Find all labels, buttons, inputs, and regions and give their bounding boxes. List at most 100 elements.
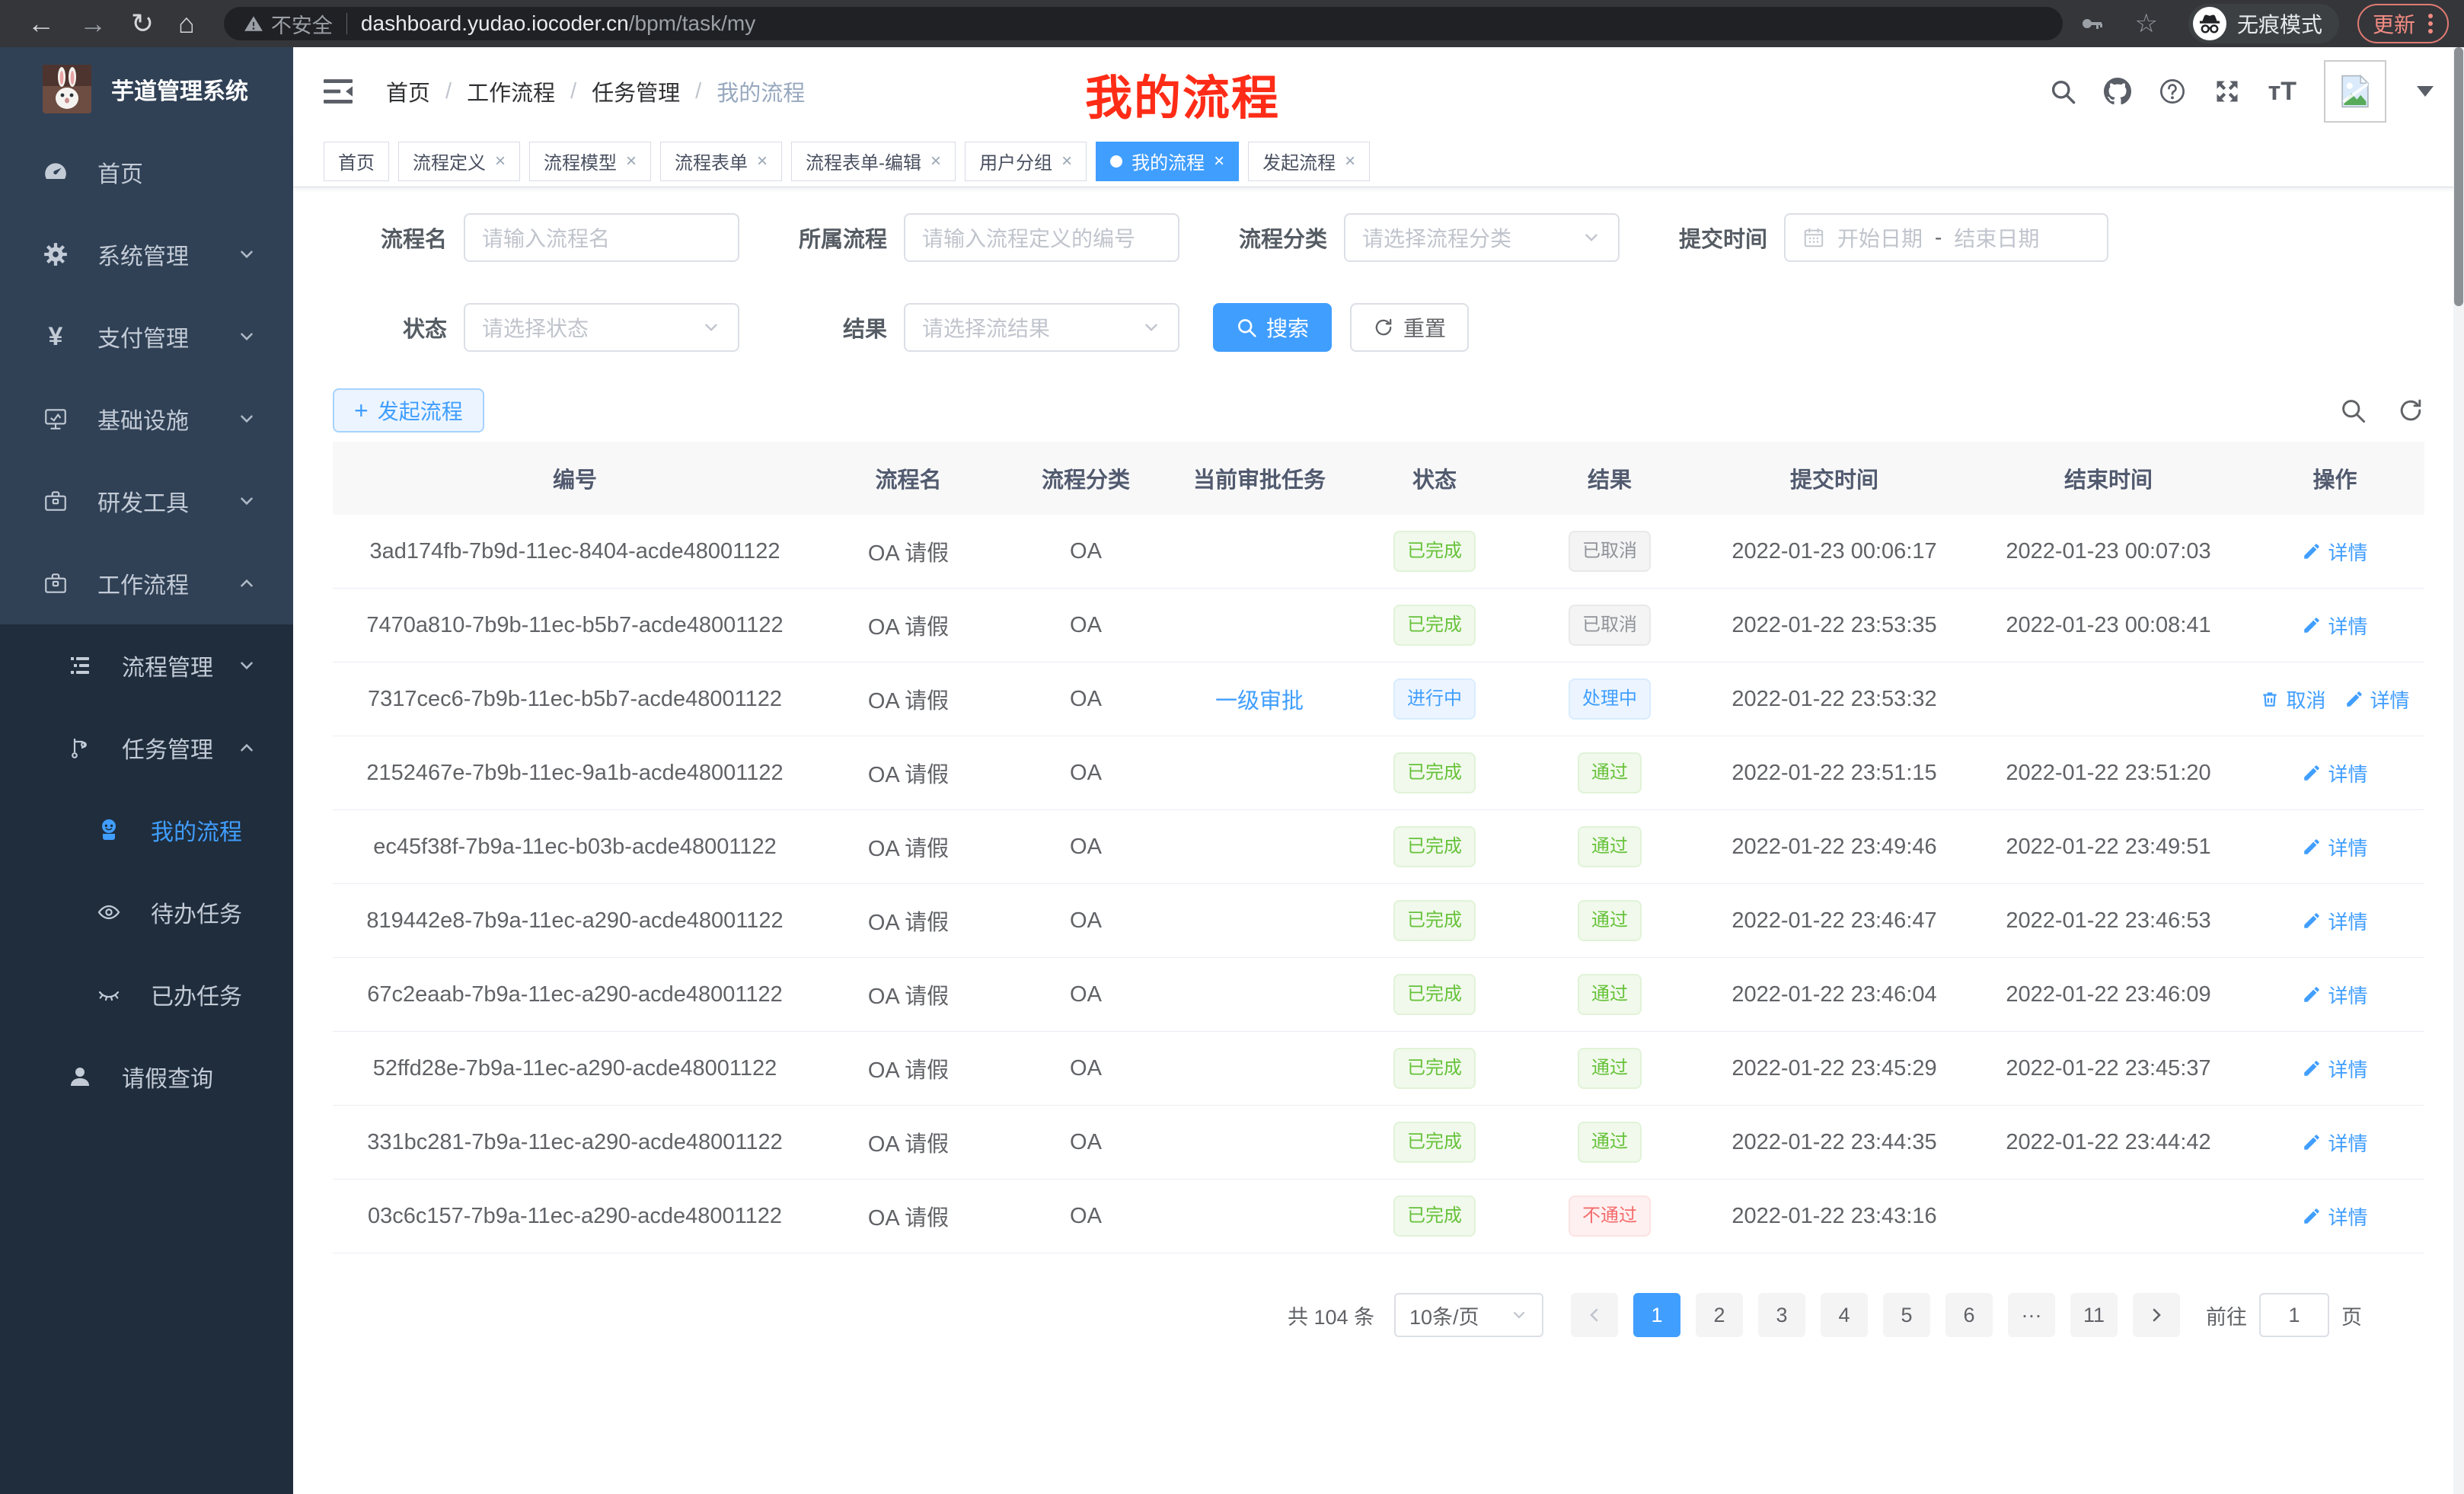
sidebar-item-payment[interactable]: ¥ 支付管理 [0,295,293,378]
submit-time-range-picker[interactable]: 开始日期 - 结束日期 [1784,213,2108,262]
sidebar-item-devtools[interactable]: 研发工具 [0,460,293,542]
result-filter-select[interactable]: 请选择流结果 [904,303,1179,352]
chevron-down-icon [1581,228,1601,247]
update-button[interactable]: 更新 [2357,4,2449,43]
tab-process-model[interactable]: 流程模型× [529,142,651,181]
detail-action[interactable]: 详情 [2302,833,2367,861]
cancel-action[interactable]: 取消 [2260,685,2325,713]
user-icon [67,1064,93,1090]
scrollbar-thumb[interactable] [2454,47,2463,306]
browser-back-icon[interactable]: ← [27,10,55,37]
page-button[interactable]: 2 [1696,1293,1743,1337]
workflow-submenu: 流程管理 任务管理 我的流程 待办任务 已办任务 请假 [0,624,293,1494]
browser-reload-icon[interactable]: ↻ [131,10,154,37]
next-page-button[interactable] [2133,1293,2180,1337]
page-button[interactable]: 11 [2070,1293,2118,1337]
close-icon[interactable]: × [1345,151,1355,172]
reset-button[interactable]: 重置 [1350,303,1469,352]
detail-action[interactable]: 详情 [2302,1055,2367,1083]
detail-action[interactable]: 详情 [2344,685,2410,713]
help-icon[interactable] [2159,78,2186,105]
browser-home-icon[interactable]: ⌂ [178,10,195,37]
tab-start-process[interactable]: 发起流程× [1248,142,1370,181]
detail-action[interactable]: 详情 [2302,1128,2367,1157]
page-scrollbar[interactable] [2453,47,2464,1494]
tab-process-form[interactable]: 流程表单× [660,142,782,181]
name-filter-input[interactable]: 请输入流程名 [464,213,739,262]
prev-page-button[interactable] [1571,1293,1618,1337]
sidebar-item-my-process[interactable]: 我的流程 [0,789,293,871]
browser-forward-icon[interactable]: → [79,10,107,37]
eye-open-icon [96,899,122,925]
status-filter-select[interactable]: 请选择状态 [464,303,739,352]
github-icon[interactable] [2104,78,2131,105]
goto-page-input[interactable] [2259,1293,2329,1337]
page-button[interactable]: 4 [1821,1293,1868,1337]
process-name: OA 请假 [817,1126,1000,1158]
breadcrumb-item[interactable]: 任务管理 [592,75,680,107]
process-name: OA 请假 [817,1200,1000,1232]
close-icon[interactable]: × [495,151,506,172]
security-warning[interactable]: 不安全 [244,9,333,39]
app-logo[interactable]: 芋道管理系统 [0,47,293,131]
close-icon[interactable]: × [626,151,637,172]
start-process-button[interactable]: + 发起流程 [333,388,484,433]
definition-filter-input[interactable]: 请输入流程定义的编号 [904,213,1179,262]
tab-label: 用户分组 [979,148,1052,174]
tab-process-definition[interactable]: 流程定义× [398,142,520,181]
sidebar-item-done-tasks[interactable]: 已办任务 [0,953,293,1036]
search-icon[interactable] [2049,78,2076,105]
sidebar-collapse-icon[interactable] [324,78,353,104]
category-filter-select[interactable]: 请选择流程分类 [1344,213,1620,262]
avatar-caret-icon[interactable] [2417,86,2434,97]
sidebar-item-system[interactable]: 系统管理 [0,213,293,295]
sidebar-item-leave-query[interactable]: 请假查询 [0,1036,293,1118]
close-icon[interactable]: × [1061,151,1072,172]
trash-icon [2260,689,2280,709]
table-refresh-icon[interactable] [2397,397,2424,424]
close-icon[interactable]: × [1214,151,1224,172]
page-button[interactable]: 3 [1758,1293,1805,1337]
detail-action[interactable]: 详情 [2302,907,2367,935]
sidebar-item-process-mgmt[interactable]: 流程管理 [0,624,293,707]
address-bar[interactable]: 不安全 dashboard.yudao.iocoder.cn /bpm/task… [224,7,2063,40]
close-icon[interactable]: × [757,151,768,172]
tab-user-group[interactable]: 用户分组 × [965,142,1087,181]
breadcrumb-item[interactable]: 首页 [386,75,430,107]
bookmark-star-icon[interactable]: ☆ [2134,11,2157,37]
menu-dots-icon[interactable] [2427,11,2434,36]
avatar[interactable] [2324,60,2386,123]
sidebar-item-task-mgmt[interactable]: 任务管理 [0,707,293,789]
sidebar-item-home[interactable]: 首页 [0,131,293,213]
page-size-select[interactable]: 10条/页 [1394,1293,1543,1337]
page-button[interactable]: 1 [1633,1293,1680,1337]
sidebar-item-infra[interactable]: 基础设施 [0,378,293,460]
fullscreen-icon[interactable] [2213,78,2241,105]
page-button[interactable]: 5 [1883,1293,1930,1337]
sidebar-item-label: 流程管理 [122,649,237,682]
page-button[interactable]: 6 [1945,1293,1993,1337]
font-size-icon[interactable]: ᴛT [2268,77,2296,107]
detail-action[interactable]: 详情 [2302,611,2367,640]
sidebar-item-workflow[interactable]: 工作流程 [0,542,293,624]
detail-action[interactable]: 详情 [2302,981,2367,1009]
tab-home[interactable]: 首页 [324,142,389,181]
detail-action[interactable]: 详情 [2302,759,2367,787]
search-button[interactable]: 搜索 [1213,303,1332,352]
col-header-end-time: 结束时间 [1971,462,2245,494]
table-search-icon[interactable] [2339,397,2367,424]
key-icon[interactable] [2079,11,2104,36]
current-task-link[interactable]: 一级审批 [1215,683,1304,715]
table-row: 7317cec6-7b9b-11ec-b5b7-acde48001122 OA … [333,662,2424,736]
close-icon[interactable]: × [930,151,941,172]
page-ellipsis-button[interactable]: ··· [2008,1293,2055,1337]
chevron-down-icon [237,244,257,264]
tab-my-process[interactable]: 我的流程× [1096,142,1239,181]
sidebar-item-todo-tasks[interactable]: 待办任务 [0,871,293,953]
chevron-down-icon [237,491,257,511]
detail-action[interactable]: 详情 [2302,538,2367,566]
detail-action[interactable]: 详情 [2302,1202,2367,1231]
breadcrumb-item[interactable]: 工作流程 [467,75,555,107]
tab-process-form-edit[interactable]: 流程表单-编辑× [791,142,956,181]
status-badge: 已完成 [1393,826,1476,867]
